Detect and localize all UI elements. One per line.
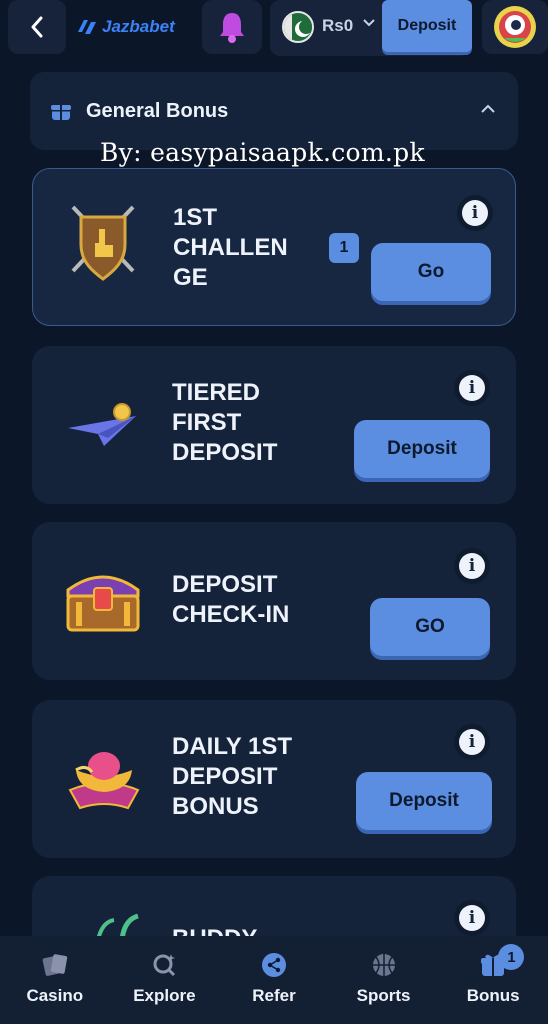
top-bar: Jazbabet Rs0 Deposit <box>0 0 548 58</box>
deposit-button[interactable]: Deposit <box>354 420 490 478</box>
info-button[interactable]: i <box>454 900 490 936</box>
cards-icon <box>42 954 67 976</box>
count-badge: 1 <box>329 233 359 263</box>
gift-icon <box>51 105 71 120</box>
bonus-card-daily-1st-deposit[interactable]: DAILY 1ST DEPOSIT BONUS i Deposit <box>32 700 516 858</box>
info-icon: i <box>459 375 485 401</box>
nav-casino[interactable]: Casino <box>0 936 110 1024</box>
info-icon: i <box>462 200 488 226</box>
bonus-count-badge: 1 <box>498 944 525 970</box>
notifications-button[interactable] <box>202 0 262 54</box>
nav-explore[interactable]: Explore <box>110 936 220 1024</box>
bonus-card-deposit-check-in[interactable]: DEPOSIT CHECK-IN i GO <box>32 522 516 680</box>
nav-label: Sports <box>356 986 411 1005</box>
shield-swords-icon <box>71 205 135 281</box>
section-title: General Bonus <box>86 100 229 122</box>
info-button[interactable]: i <box>457 195 493 231</box>
share-icon <box>261 953 286 977</box>
nav-refer[interactable]: Refer <box>219 936 329 1024</box>
balance-amount[interactable]: Rs0 <box>322 16 353 36</box>
nav-bonus[interactable]: 1 Bonus <box>438 936 548 1024</box>
avatar-icon <box>494 6 536 48</box>
info-button[interactable]: i <box>454 370 490 406</box>
bell-icon <box>220 13 244 43</box>
deposit-button[interactable]: Deposit <box>356 772 492 830</box>
nav-label: Bonus <box>466 986 520 1005</box>
deposit-button[interactable]: Deposit <box>382 0 472 52</box>
bonus-title: 1ST CHALLEN GE <box>173 204 288 291</box>
nav-label: Refer <box>252 986 296 1005</box>
chevron-up-icon[interactable] <box>480 104 496 114</box>
info-icon: i <box>459 905 485 931</box>
info-button[interactable]: i <box>454 724 490 760</box>
watermark-text: By: easypaisaapk.com.pk <box>100 138 425 167</box>
chevron-down-icon[interactable] <box>362 18 376 28</box>
nav-sports[interactable]: Sports <box>329 936 439 1024</box>
pakistan-flag-icon <box>282 11 314 43</box>
avatar[interactable] <box>482 0 548 54</box>
brand-logo[interactable]: Jazbabet <box>76 14 175 40</box>
info-button[interactable]: i <box>454 548 490 584</box>
bonus-title: DAILY 1ST DEPOSIT BONUS <box>172 733 293 820</box>
bonus-card-1st-challenge[interactable]: 1ST CHALLEN GE 1 i Go <box>32 168 516 326</box>
back-button[interactable] <box>8 0 66 54</box>
logo-text: Jazbabet <box>102 17 175 36</box>
logo-icon <box>78 20 96 34</box>
info-icon: i <box>459 729 485 755</box>
bottom-navigation: Casino Explore Refer Sports 1 Bonus <box>0 936 548 1024</box>
bonus-card-tiered-first-deposit[interactable]: TIERED FIRST DEPOSIT i Deposit <box>32 346 516 504</box>
go-button[interactable]: GO <box>370 598 490 656</box>
bonus-title: DEPOSIT CHECK-IN <box>172 571 290 628</box>
go-button[interactable]: Go <box>371 243 491 301</box>
nav-label: Explore <box>133 986 196 1005</box>
info-icon: i <box>459 553 485 579</box>
bonus-title: TIERED FIRST DEPOSIT <box>172 379 278 466</box>
explore-icon <box>153 954 176 977</box>
gold-ingot-cushion-icon <box>68 752 140 810</box>
chevron-left-icon <box>31 16 43 38</box>
basketball-icon <box>372 954 395 976</box>
treasure-chest-icon <box>66 575 140 632</box>
money-paper-plane-icon <box>68 403 136 446</box>
nav-label: Casino <box>26 986 84 1005</box>
